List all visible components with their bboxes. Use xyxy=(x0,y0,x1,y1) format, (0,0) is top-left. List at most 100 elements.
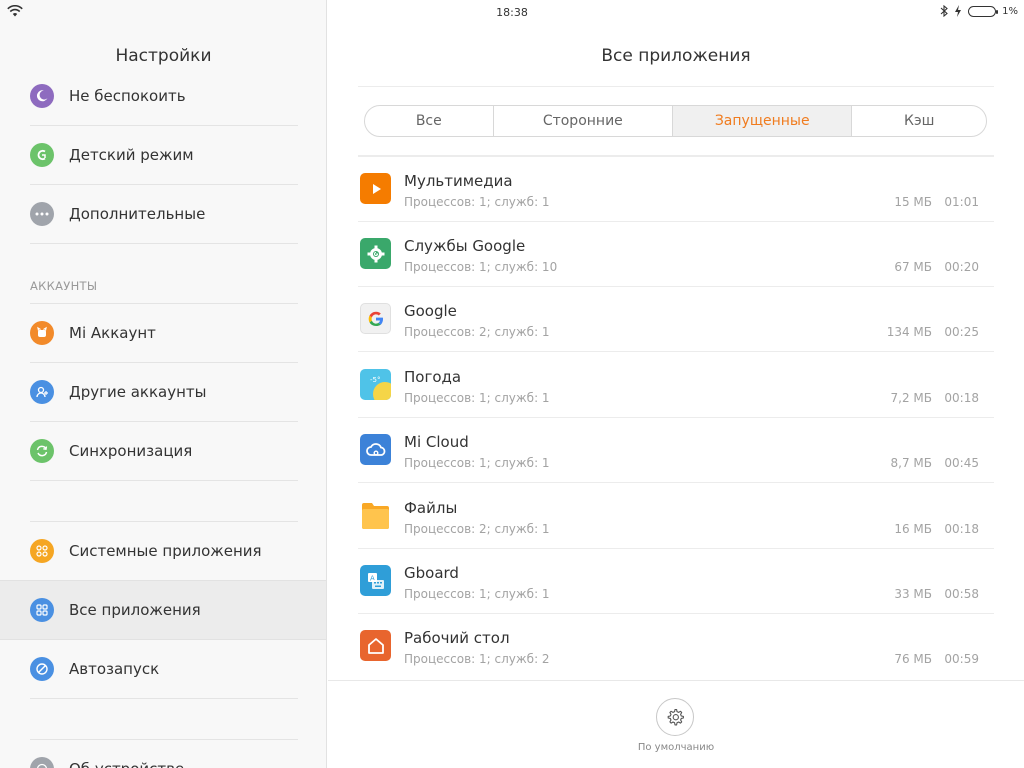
add-user-icon xyxy=(30,380,54,404)
app-details: Процессов: 1; служб: 1 xyxy=(404,195,550,209)
divider xyxy=(30,480,298,481)
keyboard-icon: A xyxy=(360,565,391,596)
app-runtime: 00:45 xyxy=(944,456,979,470)
settings-gear-icon xyxy=(667,708,684,726)
cloud-icon xyxy=(360,434,391,465)
page-title: Все приложения xyxy=(601,46,751,66)
tab-all[interactable]: Все xyxy=(365,106,494,136)
sidebar-item-mi-account[interactable]: Mi Аккаунт xyxy=(0,304,326,362)
app-details: Процессов: 2; служб: 1 xyxy=(404,522,550,536)
app-size: 67 МБ xyxy=(894,260,932,274)
app-runtime: 00:18 xyxy=(944,522,979,536)
app-name: Мультимедиа xyxy=(404,172,513,190)
google-services-gear-icon xyxy=(360,238,391,269)
app-row-gboard[interactable]: A Gboard Процессов: 1; служб: 1 33 МБ 00… xyxy=(358,549,994,614)
sidebar-item-label: Детский режим xyxy=(69,146,194,164)
app-row-google[interactable]: Google Процессов: 2; служб: 1 134 МБ 00:… xyxy=(358,287,994,352)
divider xyxy=(30,698,298,699)
app-name: Mi Cloud xyxy=(404,433,469,451)
app-row-desktop[interactable]: Рабочий стол Процессов: 1; служб: 2 76 М… xyxy=(358,614,994,679)
sidebar-item-do-not-disturb[interactable]: Не беспокоить xyxy=(0,67,326,125)
sidebar-item-label: Не беспокоить xyxy=(69,87,186,105)
app-name: Файлы xyxy=(404,499,458,517)
app-details: Процессов: 2; служб: 1 xyxy=(404,325,550,339)
clock: 18:38 xyxy=(496,6,528,19)
app-name: Погода xyxy=(404,368,462,386)
app-row-files[interactable]: Файлы Процессов: 2; служб: 1 16 МБ 00:18 xyxy=(358,484,994,549)
sidebar-item-label: Mi Аккаунт xyxy=(69,324,156,342)
child-mode-icon xyxy=(30,143,54,167)
app-runtime: 00:59 xyxy=(944,652,979,666)
app-runtime: 00:25 xyxy=(944,325,979,339)
app-size: 134 МБ xyxy=(886,325,932,339)
sidebar-item-label: Все приложения xyxy=(69,601,201,619)
svg-text:-5°: -5° xyxy=(370,376,380,384)
app-name: Службы Google xyxy=(404,237,526,255)
bottom-toolbar: По умолчанию xyxy=(328,680,1024,768)
app-size: 8,7 МБ xyxy=(890,456,932,470)
divider xyxy=(358,86,994,87)
system-apps-icon xyxy=(30,539,54,563)
app-row-google-services[interactable]: Службы Google Процессов: 1; служб: 10 67… xyxy=(358,222,994,287)
multimedia-play-icon xyxy=(360,173,391,204)
app-details: Процессов: 1; служб: 10 xyxy=(404,260,558,274)
status-bar: 18:38 1% xyxy=(0,0,1024,26)
divider xyxy=(30,243,298,244)
app-row-multimedia[interactable]: Мультимедиа Процессов: 1; служб: 1 15 МБ… xyxy=(358,157,994,222)
sidebar-item-child-mode[interactable]: Детский режим xyxy=(0,126,326,184)
sidebar-item-autostart[interactable]: Автозапуск xyxy=(0,640,326,698)
sidebar-item-label: Синхронизация xyxy=(69,442,193,460)
sidebar-item-label: Автозапуск xyxy=(69,660,160,678)
sidebar-item-sync[interactable]: Синхронизация xyxy=(0,422,326,480)
sidebar-item-label: Дополнительные xyxy=(69,205,206,223)
app-name: Рабочий стол xyxy=(404,629,510,647)
google-g-icon xyxy=(360,303,391,334)
tab-cache[interactable]: Кэш xyxy=(852,106,986,136)
sidebar-item-about-device[interactable]: Об устройстве xyxy=(0,740,326,768)
battery-icon xyxy=(968,5,999,17)
folder-icon xyxy=(360,500,391,531)
all-apps-icon xyxy=(30,598,54,622)
default-apps-label: По умолчанию xyxy=(637,742,715,753)
weather-icon: -5° xyxy=(360,369,391,400)
device-info-icon xyxy=(30,757,54,768)
sidebar-item-label: Об устройстве xyxy=(69,760,184,768)
app-row-mi-cloud[interactable]: Mi Cloud Процессов: 1; служб: 1 8,7 МБ 0… xyxy=(358,418,994,483)
sidebar-item-label: Системные приложения xyxy=(69,542,262,560)
app-name: Google xyxy=(404,302,457,320)
app-size: 15 МБ xyxy=(894,195,932,209)
mi-account-icon xyxy=(30,321,54,345)
charging-icon xyxy=(955,5,962,17)
app-details: Процессов: 1; служб: 1 xyxy=(404,456,550,470)
app-size: 16 МБ xyxy=(894,522,932,536)
more-dots-icon xyxy=(30,202,54,226)
battery-percent: 1% xyxy=(1002,5,1018,17)
sidebar-item-additional[interactable]: Дополнительные xyxy=(0,185,326,243)
app-details: Процессов: 1; служб: 1 xyxy=(404,587,550,601)
sidebar-item-other-accounts[interactable]: Другие аккаунты xyxy=(0,363,326,421)
app-runtime: 00:20 xyxy=(944,260,979,274)
all-apps-panel: Все приложения Все Сторонние Запущенные … xyxy=(328,0,1024,768)
app-details: Процессов: 1; служб: 2 xyxy=(404,652,550,666)
settings-sidebar: Настройки Не беспокоить Детский режим До… xyxy=(0,0,327,768)
app-size: 7,2 МБ xyxy=(890,391,932,405)
app-row-weather[interactable]: -5° Погода Процессов: 1; служб: 1 7,2 МБ… xyxy=(358,353,994,418)
app-runtime: 00:58 xyxy=(944,587,979,601)
autostart-icon xyxy=(30,657,54,681)
tab-running[interactable]: Запущенные xyxy=(673,106,853,136)
app-runtime: 01:01 xyxy=(944,195,979,209)
sidebar-item-system-apps[interactable]: Системные приложения xyxy=(0,522,326,580)
bluetooth-icon xyxy=(940,5,948,17)
app-size: 76 МБ xyxy=(894,652,932,666)
sidebar-item-all-apps[interactable]: Все приложения xyxy=(0,580,326,640)
app-name: Gboard xyxy=(404,564,459,582)
sidebar-item-label: Другие аккаунты xyxy=(69,383,207,401)
filter-tabs: Все Сторонние Запущенные Кэш xyxy=(364,105,987,137)
app-runtime: 00:18 xyxy=(944,391,979,405)
section-header-accounts: АККАУНТЫ xyxy=(30,279,98,293)
sidebar-title: Настройки xyxy=(115,46,212,66)
home-icon xyxy=(360,630,391,661)
tab-third-party[interactable]: Сторонние xyxy=(494,106,674,136)
default-apps-button[interactable] xyxy=(656,698,694,736)
app-details: Процессов: 1; служб: 1 xyxy=(404,391,550,405)
